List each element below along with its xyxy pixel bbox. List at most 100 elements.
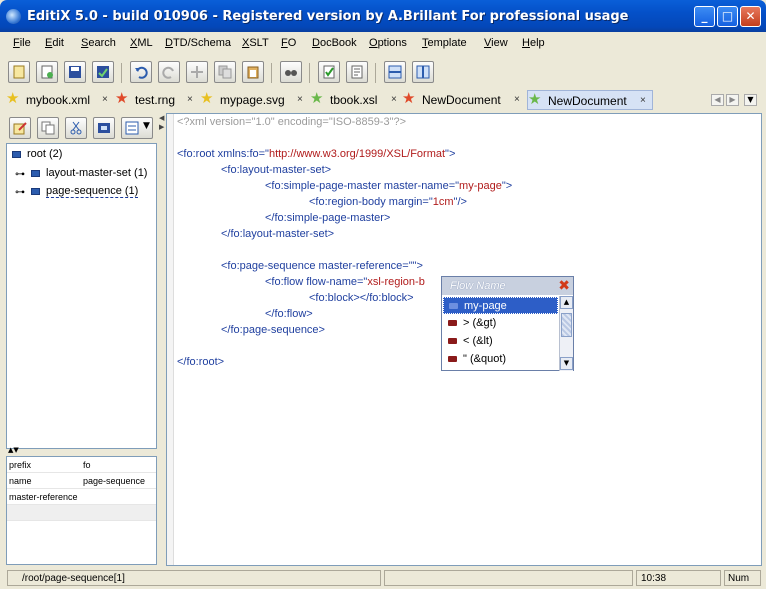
vertical-splitter[interactable]: ◀ ▶ (158, 113, 166, 565)
tab-test-rng[interactable]: ★ test.rng × (115, 90, 195, 110)
tab-close-icon[interactable]: × (391, 94, 397, 105)
tab-close-icon[interactable]: × (514, 94, 520, 105)
new-from-template-button[interactable] (36, 61, 58, 83)
attribute-value-text: my-page (459, 180, 502, 192)
cut-button[interactable] (186, 61, 208, 83)
menu-help[interactable]: Help (522, 37, 545, 49)
tree-cut-button[interactable] (65, 117, 87, 139)
copy-button[interactable] (214, 61, 236, 83)
tab-close-icon[interactable]: × (187, 94, 193, 105)
table-row[interactable]: prefix fo (7, 457, 156, 473)
table-row[interactable]: master-reference (7, 489, 156, 505)
tree-toolbar: ▼ (4, 113, 157, 143)
code-line[interactable]: <fo:layout-master-set> (221, 164, 331, 176)
code-line[interactable]: <fo:region-body margin="1cm"/> (309, 196, 467, 208)
tab-close-icon[interactable]: × (640, 95, 646, 106)
code-line[interactable]: <fo:root xmlns:fo="http://www.w3.org/199… (177, 148, 455, 160)
menu-template[interactable]: Template (422, 37, 467, 49)
code-line[interactable]: </fo:flow> (265, 308, 313, 320)
close-button[interactable]: ✕ (740, 6, 761, 27)
popup-scrollbar[interactable]: ▲ ▼ (559, 296, 573, 371)
code-line[interactable]: </fo:root> (177, 356, 224, 368)
tree-node-root[interactable]: root (2) (12, 148, 62, 160)
app-icon (6, 9, 21, 24)
completion-item[interactable]: " (&quot) (443, 351, 558, 368)
tab-list-button[interactable]: ▼ (744, 94, 757, 106)
tab-scroll-left-button[interactable]: ◀ (711, 94, 724, 106)
code-line[interactable]: <fo:page-sequence master-reference=""> (221, 260, 423, 272)
expand-toggle-icon[interactable]: ⊶ (15, 169, 25, 180)
table-row-empty[interactable] (7, 505, 156, 521)
new-document-button[interactable] (8, 61, 30, 83)
tab-newdocument-active[interactable]: ★ NewDocument × (527, 90, 653, 110)
tab-scroll-right-button[interactable]: ▶ (726, 94, 739, 106)
undo-icon (135, 66, 148, 79)
attribute-value[interactable]: fo (83, 460, 156, 470)
menu-dtd-schema[interactable]: DTD/Schema (165, 37, 231, 49)
splitter-arrows-icon: ▲▼ (8, 446, 19, 454)
menu-xml[interactable]: XML (130, 37, 153, 49)
code-line[interactable]: <?xml version="1.0" encoding="ISO-8859-3… (177, 116, 406, 128)
completion-label: < (&lt) (463, 335, 493, 347)
completion-item-selected[interactable]: my-page (443, 297, 558, 314)
entity-icon (448, 338, 457, 344)
split-horizontal-button[interactable] (384, 61, 406, 83)
collapse-arrow-icon[interactable]: ◀ (159, 114, 164, 122)
split-vertical-button[interactable] (412, 61, 434, 83)
code-line[interactable]: <fo:flow flow-name="xsl-region-b (265, 276, 425, 288)
save-icon (69, 66, 81, 78)
attribute-value[interactable]: page-sequence (83, 476, 156, 486)
menu-docbook[interactable]: DocBook (312, 37, 357, 49)
markup-text: <fo:region-body margin=" (309, 196, 433, 208)
tab-label: mypage.svg (220, 93, 285, 107)
save-button[interactable] (64, 61, 86, 83)
menu-xslt[interactable]: XSLT (242, 37, 269, 49)
tree-select-button[interactable] (93, 117, 115, 139)
tab-close-icon[interactable]: × (297, 94, 303, 105)
redo-button[interactable] (158, 61, 180, 83)
tree-node-page-sequence[interactable]: ⊶ page-sequence (1) (15, 185, 139, 198)
paste-button[interactable] (242, 61, 264, 83)
completion-item[interactable]: > (&gt) (443, 315, 558, 332)
code-line[interactable]: </fo:layout-master-set> (221, 228, 334, 240)
tab-newdocument[interactable]: ★ NewDocument × (402, 90, 525, 110)
tree-node-layout-master-set[interactable]: ⊶ layout-master-set (1) (15, 167, 147, 180)
menu-search[interactable]: Search (81, 37, 116, 49)
validate-button[interactable] (346, 61, 368, 83)
tab-close-icon[interactable]: × (102, 94, 108, 105)
tree-view-dropdown[interactable]: ▼ (121, 117, 153, 139)
completion-label: my-page (464, 300, 507, 312)
code-line[interactable]: <fo:block></fo:block> (309, 292, 414, 304)
element-icon (31, 187, 40, 195)
undo-button[interactable] (130, 61, 152, 83)
tree-copy-button[interactable] (37, 117, 59, 139)
search-button[interactable] (280, 61, 302, 83)
xml-editor[interactable]: <?xml version="1.0" encoding="ISO-8859-3… (166, 113, 762, 566)
code-line[interactable]: <fo:simple-page-master master-name="my-p… (265, 180, 512, 192)
copy-node-icon (41, 121, 55, 135)
scroll-thumb[interactable] (561, 313, 572, 337)
menu-file[interactable]: File (13, 37, 31, 49)
scroll-up-icon[interactable]: ▲ (560, 296, 573, 309)
close-icon[interactable]: ✖ (558, 278, 570, 294)
tree-edit-button[interactable] (9, 117, 31, 139)
toolbar-separator (309, 63, 310, 83)
menu-view[interactable]: View (484, 37, 508, 49)
table-row[interactable]: name page-sequence (7, 473, 156, 489)
check-button[interactable] (318, 61, 340, 83)
menu-edit[interactable]: Edit (45, 37, 64, 49)
tab-mybook-xml[interactable]: ★ mybook.xml × (6, 90, 113, 110)
minimize-button[interactable]: _ (694, 6, 715, 27)
expand-toggle-icon[interactable]: ⊶ (15, 187, 25, 198)
scroll-down-icon[interactable]: ▼ (560, 357, 573, 370)
expand-arrow-icon[interactable]: ▶ (159, 123, 164, 131)
tab-tbook-xsl[interactable]: ★ tbook.xsl × (310, 90, 402, 110)
code-line[interactable]: </fo:page-sequence> (221, 324, 325, 336)
menu-fo[interactable]: FO (281, 37, 296, 49)
save-all-button[interactable] (92, 61, 114, 83)
maximize-button[interactable]: □ (717, 6, 738, 27)
menu-options[interactable]: Options (369, 37, 407, 49)
code-line[interactable]: </fo:simple-page-master> (265, 212, 390, 224)
completion-item[interactable]: < (&lt) (443, 333, 558, 350)
tab-mypage-svg[interactable]: ★ mypage.svg × (200, 90, 306, 110)
